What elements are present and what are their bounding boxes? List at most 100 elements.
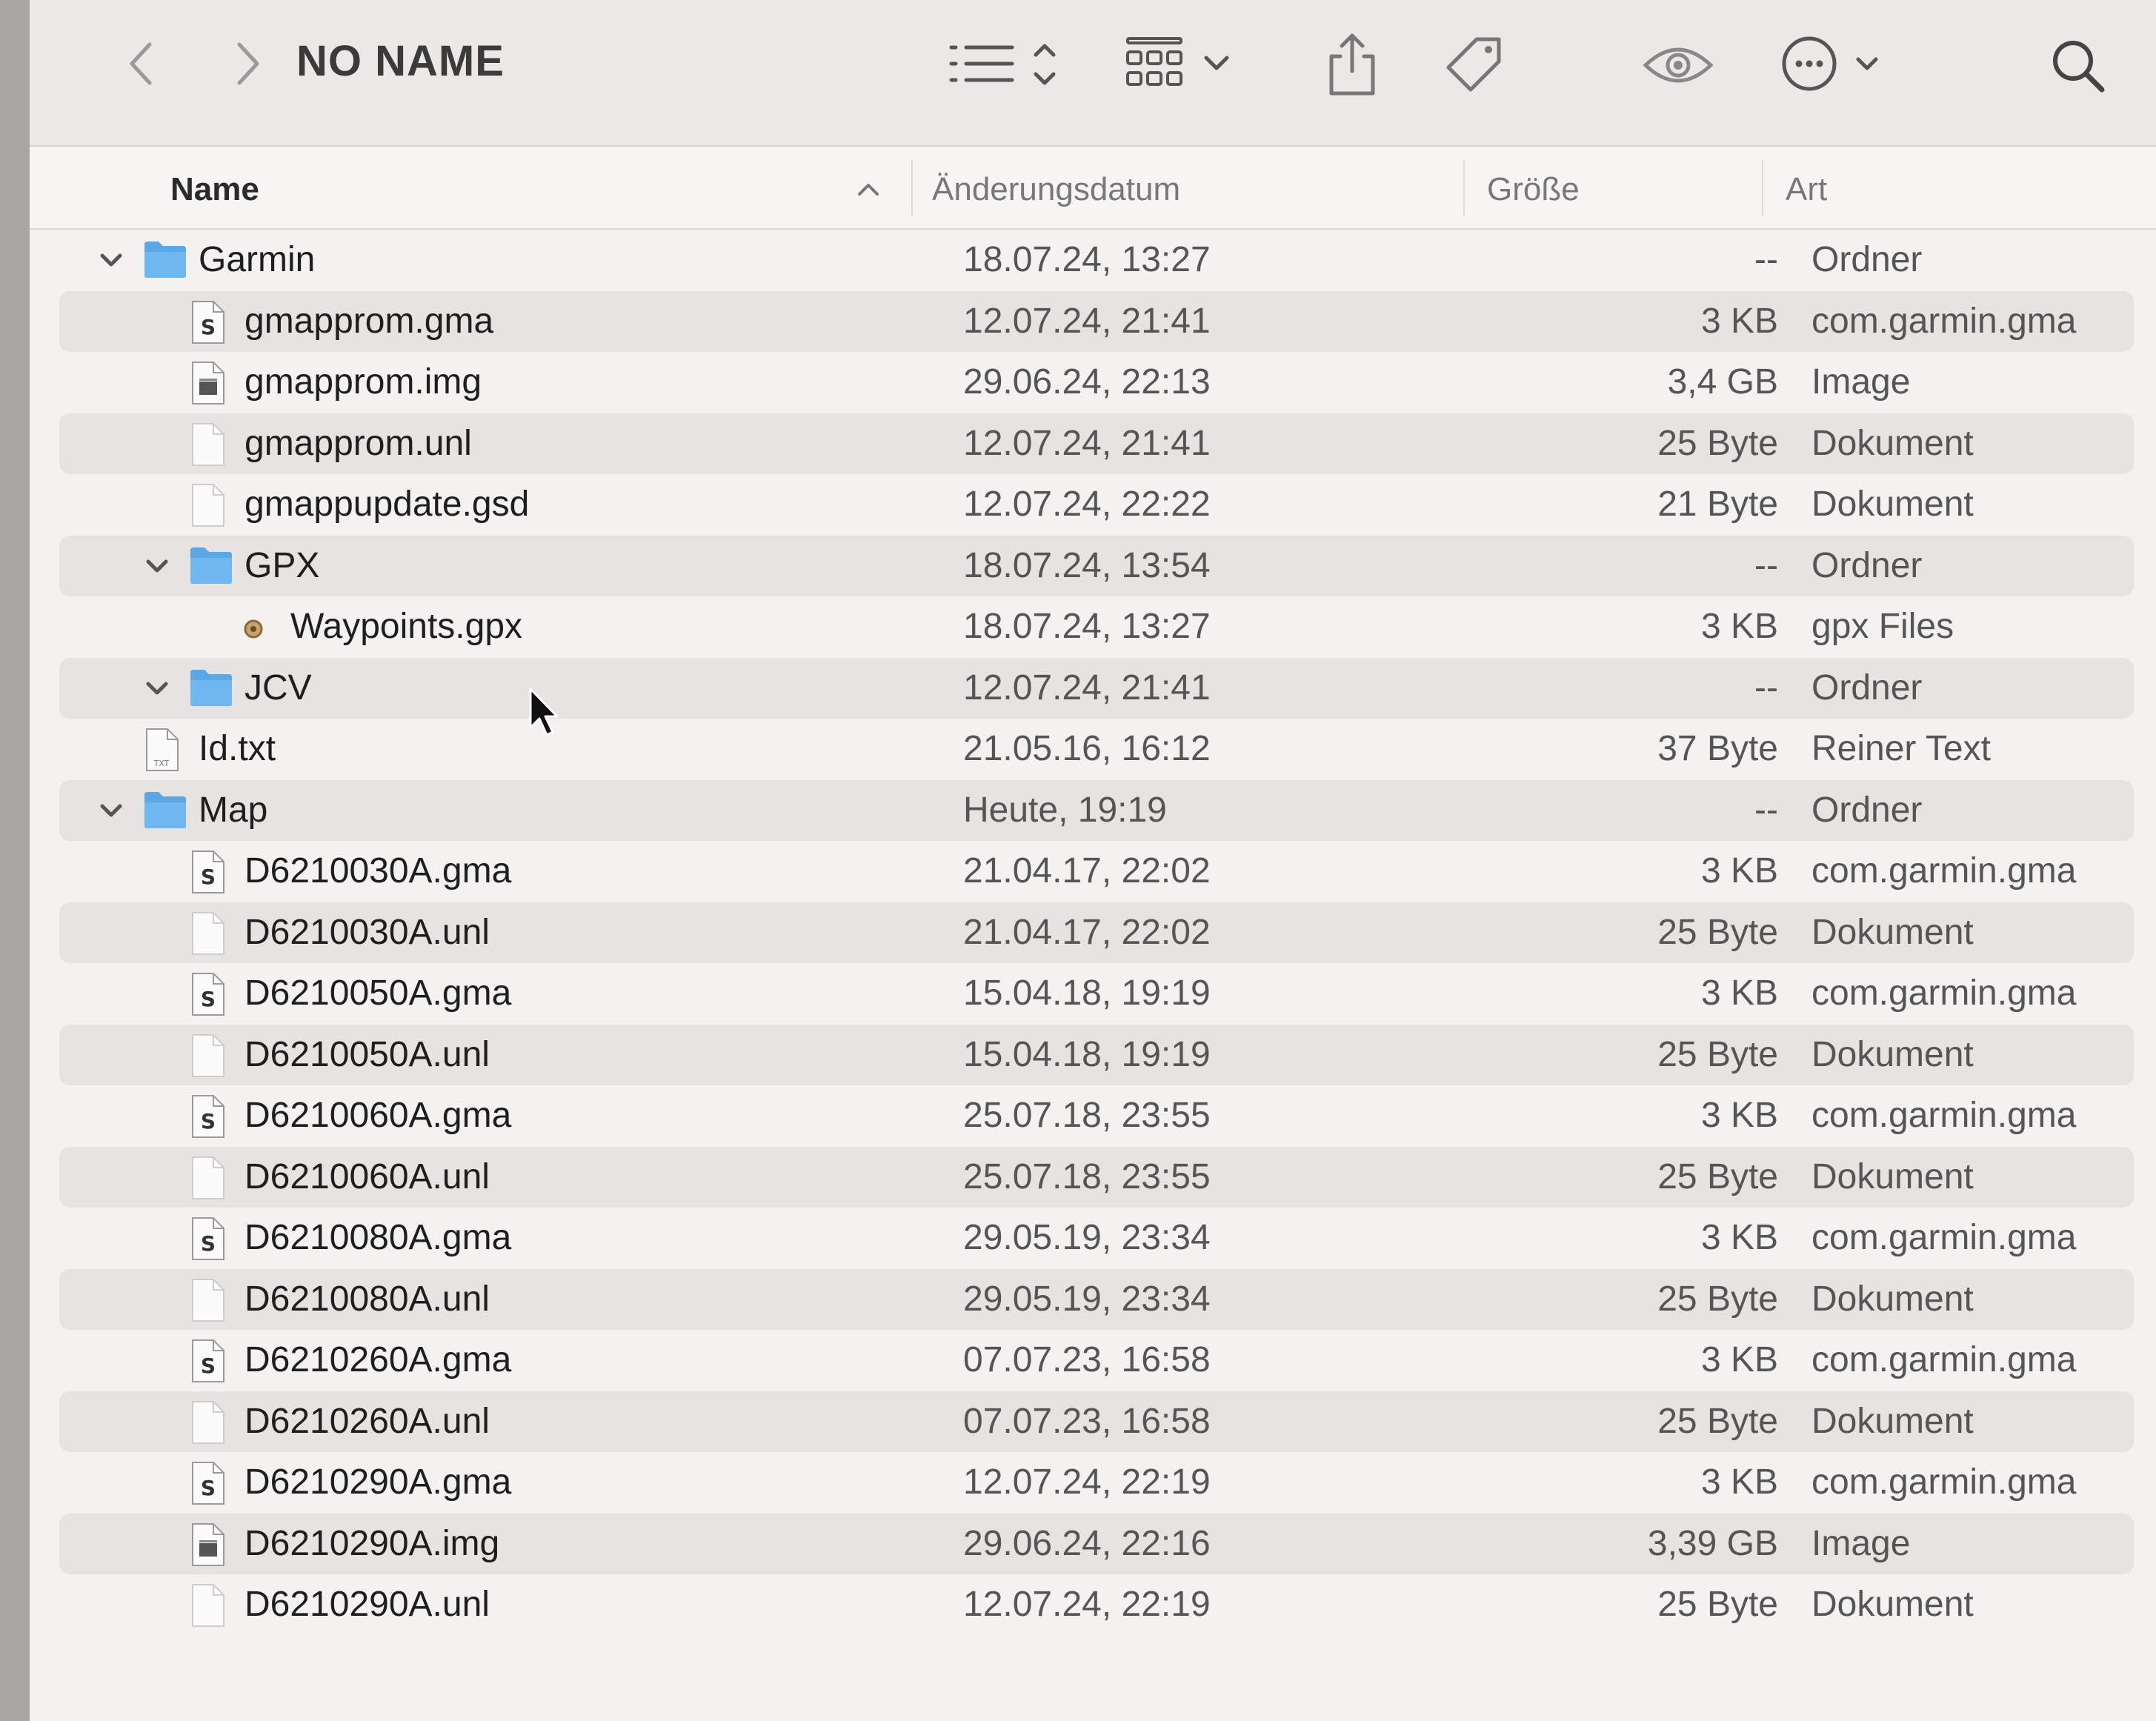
file-size: 25 Byte: [1657, 424, 1778, 463]
file-kind: com.garmin.gma: [1811, 302, 2077, 341]
file-size: 3,39 GB: [1647, 1524, 1778, 1563]
file-name: Waypoints.gpx: [290, 607, 523, 646]
svg-text:S: S: [201, 865, 216, 889]
more-actions-button[interactable]: [1778, 33, 1897, 95]
file-kind: Ordner: [1811, 240, 1923, 279]
file-row[interactable]: D6210290A.img 29.06.24, 22:16 3,39 GB Image: [59, 1514, 2134, 1574]
gpx-file-icon: [234, 605, 273, 653]
column-header-name[interactable]: Name: [170, 167, 259, 212]
tag-button[interactable]: [1437, 30, 1511, 101]
folder-row[interactable]: Garmin 18.07.24, 13:27 -- Ordner: [59, 230, 2134, 290]
modified-date: 25.07.18, 23:55: [963, 1096, 1211, 1135]
modified-date: 07.07.23, 16:58: [963, 1402, 1211, 1441]
file-row[interactable]: Sgmapprom.gma 12.07.24, 21:41 3 KB com.garm…: [59, 291, 2134, 352]
column-divider[interactable]: [1762, 160, 1763, 216]
file-size: 3,4 GB: [1667, 362, 1778, 402]
file-row[interactable]: gmapprom.img 29.06.24, 22:13 3,4 GB Image: [59, 352, 2134, 413]
file-kind: Reiner Text: [1811, 729, 1991, 768]
modified-date: 18.07.24, 13:27: [963, 240, 1211, 279]
sort-ascending-icon[interactable]: [854, 178, 883, 200]
share-button[interactable]: [1319, 27, 1385, 101]
disclosure-chevron-icon[interactable]: [142, 551, 172, 581]
list-view-button[interactable]: [941, 33, 1089, 95]
file-kind: com.garmin.gma: [1811, 851, 2077, 891]
file-name: D6210290A.img: [244, 1524, 500, 1563]
gma-file-icon: S: [188, 1461, 227, 1509]
file-row[interactable]: D6210080A.unl 29.05.19, 23:34 25 Byte Dokum…: [59, 1269, 2134, 1330]
file-name: D6210030A.gma: [244, 851, 512, 891]
file-size: 3 KB: [1700, 1462, 1778, 1502]
file-row[interactable]: Waypoints.gpx 18.07.24, 13:27 3 KB gpx File…: [59, 596, 2134, 657]
file-kind: Dokument: [1811, 1157, 1974, 1196]
folder-row[interactable]: JCV 12.07.24, 21:41 -- Ordner: [59, 658, 2134, 719]
file-row[interactable]: S D6210060A.gma 25.07.18, 23:55 3 KB com.gar…: [59, 1085, 2134, 1146]
column-header-date[interactable]: Änderungsdatum: [932, 167, 1180, 212]
file-name: gmappupdate.gsd: [244, 485, 530, 524]
file-name: JCV: [244, 668, 312, 708]
file-row[interactable]: TXT Id.txt 21.05.16, 16:12 37 Byte Reiner Te…: [59, 719, 2134, 779]
modified-date: 12.07.24, 21:41: [963, 668, 1211, 708]
file-row[interactable]: D6210060A.unl 25.07.18, 23:55 25 Byte Dokum…: [59, 1147, 2134, 1208]
file-row[interactable]: gmappupdate.gsd 12.07.24, 22:22 21 Byte Dok…: [59, 474, 2134, 535]
file-kind: Ordner: [1811, 790, 1923, 830]
file-row[interactable]: D6210050A.unl 15.04.18, 19:19 25 Byte Dokum…: [59, 1025, 2134, 1085]
file-kind: com.garmin.gma: [1811, 1340, 2077, 1379]
group-button[interactable]: [1119, 33, 1267, 95]
text-file-icon: TXT: [142, 728, 181, 776]
file-kind: Dokument: [1811, 1035, 1974, 1074]
file-kind: com.garmin.gma: [1811, 973, 2077, 1013]
search-button[interactable]: [2045, 33, 2112, 99]
back-button[interactable]: [111, 34, 170, 93]
column-divider[interactable]: [1463, 160, 1465, 216]
file-kind: com.garmin.gma: [1811, 1462, 2077, 1502]
modified-date: 12.07.24, 22:19: [963, 1462, 1211, 1502]
file-row[interactable]: D6210260A.unl 07.07.23, 16:58 25 Byte Dokum…: [59, 1391, 2134, 1452]
file-row[interactable]: S D6210260A.gma 07.07.23, 16:58 3 KB com.gar…: [59, 1330, 2134, 1391]
file-name: D6210060A.unl: [244, 1157, 490, 1196]
modified-date: Heute, 19:19: [963, 790, 1167, 830]
file-size: --: [1754, 240, 1778, 279]
window-title: NO NAME: [296, 37, 505, 85]
file-size: 3 KB: [1700, 1340, 1778, 1379]
document-icon: [188, 911, 227, 959]
modified-date: 18.07.24, 13:54: [963, 546, 1211, 585]
file-row[interactable]: S D6210030A.gma 21.04.17, 22:02 3 KB com.gar…: [59, 841, 2134, 902]
file-row[interactable]: S D6210290A.gma 12.07.24, 22:19 3 KB com.gar…: [59, 1452, 2134, 1513]
folder-row[interactable]: Map Heute, 19:19 -- Ordner: [59, 780, 2134, 841]
folder-icon: [188, 667, 234, 712]
gma-file-icon: S: [188, 1094, 227, 1142]
file-size: --: [1754, 790, 1778, 830]
file-size: 21 Byte: [1657, 485, 1778, 524]
column-header-kind[interactable]: Art: [1786, 167, 1827, 212]
gma-file-icon: S: [188, 1339, 227, 1387]
column-header-size[interactable]: Größe: [1487, 167, 1580, 212]
file-name: gmapprom.img: [244, 362, 482, 402]
modified-date: 29.06.24, 22:16: [963, 1524, 1211, 1563]
grid-icon: [1126, 37, 1229, 86]
svg-text:S: S: [201, 1109, 216, 1134]
modified-date: 12.07.24, 21:41: [963, 424, 1211, 463]
file-kind: com.garmin.gma: [1811, 1218, 2077, 1257]
file-name: D6210060A.gma: [244, 1096, 512, 1135]
file-row[interactable]: D6210030A.unl 21.04.17, 22:02 25 Byte Dokum…: [59, 902, 2134, 963]
gma-file-icon: S: [188, 300, 227, 348]
file-name: D6210290A.gma: [244, 1462, 512, 1502]
file-row[interactable]: S D6210080A.gma 29.05.19, 23:34 3 KB com.gar…: [59, 1208, 2134, 1268]
disclosure-chevron-icon[interactable]: [96, 796, 126, 825]
file-row[interactable]: S D6210050A.gma 15.04.18, 19:19 3 KB com.gar…: [59, 963, 2134, 1024]
gma-file-icon: S: [188, 850, 227, 898]
file-row[interactable]: D6210290A.unl 12.07.24, 22:19 25 Byte Dokum…: [59, 1574, 2134, 1635]
file-size: 3 KB: [1700, 973, 1778, 1013]
chevron-left-icon: [130, 42, 152, 85]
file-row[interactable]: gmapprom.unl 12.07.24, 21:41 25 Byte Dokume…: [59, 413, 2134, 474]
folder-row[interactable]: GPX 18.07.24, 13:54 -- Ordner: [59, 536, 2134, 596]
modified-date: 25.07.18, 23:55: [963, 1157, 1211, 1196]
file-kind: Image: [1811, 1524, 1911, 1563]
disclosure-chevron-icon[interactable]: [142, 673, 172, 703]
folder-icon: [142, 789, 188, 834]
quick-look-button[interactable]: [1637, 36, 1719, 95]
file-size: 3 KB: [1700, 851, 1778, 891]
disclosure-chevron-icon[interactable]: [96, 245, 126, 275]
forward-button[interactable]: [219, 34, 278, 93]
column-divider[interactable]: [911, 160, 913, 216]
